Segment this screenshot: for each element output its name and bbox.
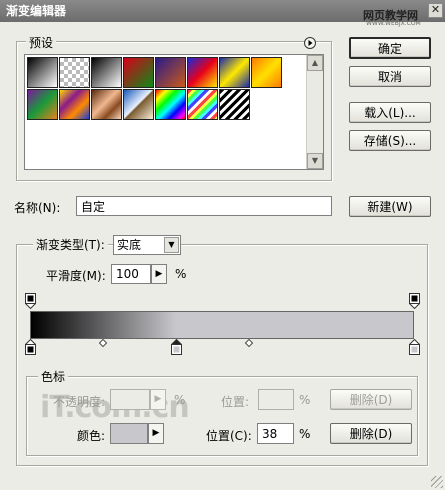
opacity-unit: %	[174, 393, 186, 407]
close-button[interactable]: ✕	[428, 3, 443, 18]
smoothness-unit: %	[175, 267, 187, 281]
opacity-location-label: 位置:	[221, 395, 250, 409]
gradient-preview-bar[interactable]	[30, 311, 414, 339]
color-label: 颜色:	[77, 429, 106, 443]
preset-swatch-transparent-rainbow[interactable]	[187, 89, 218, 120]
ok-button[interactable]: 确定	[349, 37, 431, 59]
preset-swatch-chrome[interactable]	[123, 89, 154, 120]
opacity-stepper[interactable]: ▶	[150, 389, 166, 410]
opacity-location-unit: %	[299, 393, 311, 407]
name-input[interactable]	[76, 196, 332, 216]
close-icon: ✕	[430, 3, 441, 16]
color-stop-0[interactable]	[24, 338, 37, 358]
presets-legend: 预设	[26, 34, 57, 51]
new-button[interactable]: 新建(W)	[349, 196, 431, 217]
color-stop-1[interactable]	[170, 338, 183, 358]
preset-swatch-spectrum[interactable]	[155, 89, 186, 120]
color-location-unit: %	[299, 427, 311, 441]
scroll-up-icon[interactable]: ▲	[307, 55, 323, 71]
preset-swatch-transparent-stripes[interactable]	[219, 89, 250, 120]
opacity-label: 不透明度:	[53, 395, 106, 409]
preset-swatch-red-green[interactable]	[123, 57, 154, 88]
preset-swatch-blue-red-yellow[interactable]	[187, 57, 218, 88]
gradient-type-value: 实底	[117, 238, 142, 252]
preset-swatch-blue-yellow-blue[interactable]	[219, 57, 250, 88]
watermark-top-sub: WWW.WEBJX.COM	[366, 20, 421, 27]
preset-swatch-transparent-checker[interactable]	[59, 57, 90, 88]
presets-list[interactable]	[24, 54, 324, 170]
preset-swatch-yellow-violet-orange-blue[interactable]	[59, 89, 90, 120]
load-button[interactable]: 载入(L)...	[349, 102, 431, 123]
opacity-stop-0[interactable]	[24, 293, 37, 312]
scroll-down-icon[interactable]: ▼	[307, 153, 323, 169]
color-stop-2[interactable]	[408, 338, 421, 358]
opacity-input[interactable]	[110, 389, 150, 410]
stops-legend: 色标	[38, 368, 69, 385]
save-button[interactable]: 存储(S)...	[349, 130, 431, 151]
cancel-button[interactable]: 取消	[349, 66, 431, 87]
presets-menu-icon[interactable]	[304, 37, 316, 49]
resize-grip-icon[interactable]	[431, 476, 443, 488]
presets-scrollbar[interactable]: ▲ ▼	[306, 55, 323, 169]
smoothness-label: 平滑度(M):	[46, 269, 106, 283]
color-location-label: 位置(C):	[206, 429, 252, 443]
smoothness-stepper[interactable]: ▶	[151, 264, 167, 284]
preset-swatch-black-white[interactable]	[27, 57, 58, 88]
preset-swatch-orange-yellow-orange[interactable]	[251, 57, 282, 88]
preset-swatch-copper[interactable]	[91, 89, 122, 120]
name-label: 名称(N):	[14, 201, 61, 215]
stop-color-swatch[interactable]	[110, 423, 148, 444]
preset-swatch-black-to-white-2[interactable]	[91, 57, 122, 88]
window-title: 渐变编辑器	[6, 4, 67, 18]
opacity-stop-1[interactable]	[408, 293, 421, 312]
delete-color-stop-button[interactable]: 删除(D)	[330, 423, 412, 444]
chevron-down-icon[interactable]: ▼	[164, 237, 179, 253]
delete-opacity-stop-button[interactable]: 删除(D)	[330, 389, 412, 410]
color-menu-button[interactable]: ▶	[148, 423, 164, 444]
preset-swatch-violet-green-orange[interactable]	[27, 89, 58, 120]
opacity-location-input[interactable]	[258, 389, 294, 410]
gradient-type-label: 渐变类型(T):	[33, 236, 108, 253]
color-location-input[interactable]	[257, 423, 294, 444]
smoothness-input[interactable]	[111, 264, 151, 284]
gradient-type-select[interactable]: 实底 ▼	[113, 235, 181, 255]
preset-swatch-violet-orange[interactable]	[155, 57, 186, 88]
